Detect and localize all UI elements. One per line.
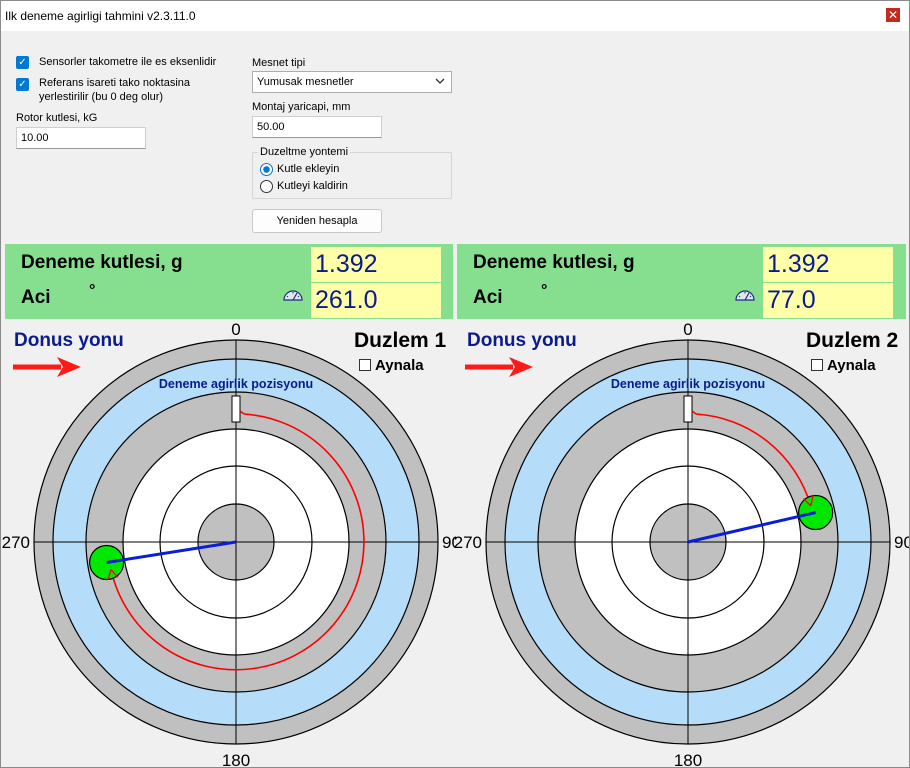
rotor-mass-input[interactable]: 10.00 bbox=[16, 127, 146, 149]
weight-position-label: Deneme agirlik pozisyonu bbox=[611, 377, 765, 391]
plane1-polar-diagram[interactable]: 018090270Deneme agirlik pozisyonu bbox=[1, 319, 456, 768]
title-bar: Ilk deneme agirligi tahmini v2.3.11.0 ✕ bbox=[1, 1, 909, 31]
plane1-mass-value: 1.392 bbox=[311, 247, 441, 282]
chevron-down-icon bbox=[435, 75, 445, 90]
remove-mass-label: Kutleyi kaldirin bbox=[277, 180, 348, 192]
plane1-degree-symbol: ° bbox=[89, 282, 96, 299]
correction-method-label: Duzeltme yontemi bbox=[258, 146, 351, 158]
reference-marker bbox=[231, 395, 241, 423]
plane2-mass-label: Deneme kutlesi, g bbox=[473, 252, 635, 273]
recalculate-button[interactable]: Yeniden hesapla bbox=[252, 209, 382, 233]
plane2-polar-diagram[interactable]: 0 180 90 270 Deneme agirlik pozisyonu bbox=[453, 319, 909, 768]
add-mass-radio[interactable] bbox=[260, 163, 273, 176]
reference-mark-label-line1: Referans isareti tako noktasina bbox=[39, 77, 191, 89]
protractor-icon[interactable] bbox=[283, 288, 303, 305]
plane2-angle-label: Aci bbox=[473, 287, 503, 308]
mount-radius-input[interactable]: 50.00 bbox=[252, 116, 382, 138]
app-window: Ilk deneme agirligi tahmini v2.3.11.0 ✕ … bbox=[0, 0, 910, 768]
reference-mark-checkbox[interactable]: ✓ bbox=[16, 78, 29, 91]
protractor-icon[interactable] bbox=[735, 288, 755, 305]
support-type-value: Yumusak mesnetler bbox=[257, 76, 354, 88]
remove-mass-radio[interactable] bbox=[260, 180, 273, 193]
plane1-angle-label: Aci bbox=[21, 287, 51, 308]
close-button[interactable]: ✕ bbox=[886, 8, 900, 22]
plane1-mass-label: Deneme kutlesi, g bbox=[21, 252, 183, 273]
mount-radius-label: Montaj yaricapi, mm bbox=[252, 101, 351, 113]
axis-label-bottom: 180 bbox=[674, 751, 702, 768]
window-title: Ilk deneme agirligi tahmini v2.3.11.0 bbox=[5, 9, 196, 23]
support-type-select[interactable]: Yumusak mesnetler bbox=[252, 71, 452, 93]
plane2-angle-value: 77.0 bbox=[763, 283, 893, 318]
rotor-mass-label: Rotor kutlesi, kG bbox=[16, 112, 98, 124]
reference-mark-label-line2: yerlestirilir (bu 0 deg olur) bbox=[39, 91, 164, 103]
reference-marker bbox=[683, 395, 693, 423]
coaxial-sensors-label: Sensorler takometre ile es eksenlidir bbox=[39, 56, 217, 68]
axis-label-bottom: 180 bbox=[222, 751, 250, 768]
coaxial-sensors-checkbox[interactable]: ✓ bbox=[16, 56, 29, 69]
plane2-degree-symbol: ° bbox=[541, 282, 548, 299]
axis-label-right: 90 bbox=[894, 533, 909, 552]
plane1-angle-value: 261.0 bbox=[311, 283, 441, 318]
axis-label-left: 270 bbox=[454, 533, 482, 552]
weight-position-label: Deneme agirlik pozisyonu bbox=[159, 377, 313, 391]
axis-label-top: 0 bbox=[231, 320, 240, 339]
axis-label-top: 0 bbox=[683, 320, 692, 339]
support-type-label: Mesnet tipi bbox=[252, 57, 306, 69]
add-mass-label: Kutle ekleyin bbox=[277, 163, 340, 175]
axis-label-left: 270 bbox=[2, 533, 30, 552]
plane2-mass-value: 1.392 bbox=[763, 247, 893, 282]
